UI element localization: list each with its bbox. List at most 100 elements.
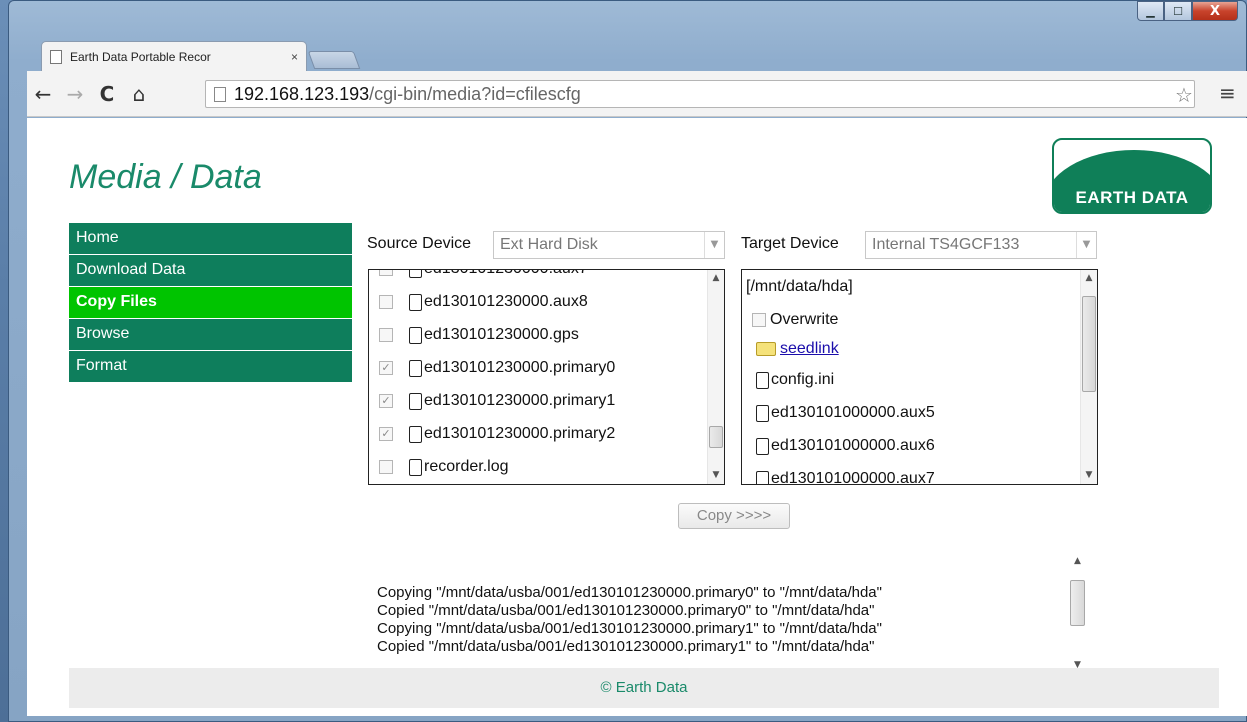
tab-title: Earth Data Portable Recor xyxy=(70,49,211,64)
forward-icon[interactable]: → xyxy=(59,82,91,106)
file-icon xyxy=(756,371,769,389)
source-file-list[interactable]: ▲ ▼ ed130101230000.aux7 ed130101230000.au… xyxy=(368,269,725,485)
file-checkbox[interactable]: ✓ xyxy=(379,394,393,408)
file-name: recorder.log xyxy=(424,458,509,475)
file-name: config.ini xyxy=(771,371,835,388)
file-name: ed130101230000.primary1 xyxy=(424,392,616,409)
reload-icon[interactable]: C xyxy=(91,82,123,106)
log-scrollbar[interactable]: ▲ ▼ xyxy=(1069,556,1086,670)
seedlink-folder-link[interactable]: seedlink xyxy=(780,340,839,358)
page: Media / Data EARTH DATA Home Download Dat… xyxy=(69,138,1219,708)
page-icon xyxy=(214,86,226,102)
source-file-row[interactable]: ✓ ed130101230000.primary2 xyxy=(379,419,615,449)
scroll-thumb[interactable] xyxy=(1082,296,1096,392)
file-icon xyxy=(756,437,769,455)
scroll-thumb[interactable] xyxy=(709,426,723,448)
tab-close-icon[interactable]: × xyxy=(291,50,298,64)
page-title: Media / Data xyxy=(69,158,262,196)
earth-data-logo: EARTH DATA xyxy=(1052,138,1212,214)
file-icon xyxy=(409,392,422,410)
target-scrollbar[interactable]: ▲ ▼ xyxy=(1080,270,1097,484)
overwrite-checkbox[interactable] xyxy=(752,313,766,327)
file-checkbox[interactable]: ✓ xyxy=(379,427,393,441)
copy-button[interactable]: Copy >>>> xyxy=(678,503,790,529)
menu-icon[interactable]: ≡ xyxy=(1219,81,1236,105)
file-icon xyxy=(409,326,422,344)
page-icon xyxy=(50,49,62,64)
file-name: ed130101230000.aux7 xyxy=(424,270,588,278)
file-icon xyxy=(756,470,769,484)
new-tab-button[interactable] xyxy=(307,51,361,69)
target-file-row[interactable]: config.ini xyxy=(756,365,834,395)
source-file-row[interactable]: ed130101230000.aux7 xyxy=(379,270,588,284)
scroll-down-icon[interactable]: ▼ xyxy=(1081,467,1097,484)
footer: © Earth Data xyxy=(69,668,1219,708)
nav-item-download-data[interactable]: Download Data xyxy=(69,255,352,287)
file-checkbox[interactable]: ✓ xyxy=(379,361,393,375)
scroll-down-icon[interactable]: ▼ xyxy=(708,467,724,484)
file-name: ed130101230000.primary0 xyxy=(424,359,616,376)
copy-log: Copying "/mnt/data/usba/001/ed1301012300… xyxy=(377,556,1089,670)
file-checkbox[interactable] xyxy=(379,328,393,342)
back-icon[interactable]: ← xyxy=(27,82,59,106)
window-controls: ▁ ☐ X xyxy=(1137,1,1238,21)
nav-item-copy-files[interactable]: Copy Files xyxy=(69,287,352,319)
log-line: Copying "/mnt/data/usba/001/ed1301012300… xyxy=(377,584,882,601)
file-icon xyxy=(409,270,422,278)
target-file-list[interactable]: ▲ ▼ [/mnt/data/hda] Overwrite seedlink conf… xyxy=(741,269,1098,485)
file-name: ed130101230000.aux8 xyxy=(424,293,588,310)
target-file-row[interactable]: ed130101000000.aux7 xyxy=(756,464,935,485)
file-icon xyxy=(409,359,422,377)
source-file-row[interactable]: ✓ ed130101230000.primary1 xyxy=(379,386,615,416)
source-file-row[interactable]: recorder.log xyxy=(379,452,509,482)
file-icon xyxy=(409,293,422,311)
home-icon[interactable]: ⌂ xyxy=(123,82,155,106)
source-file-row[interactable]: ✓ ed130101230000.primary0 xyxy=(379,353,615,383)
file-checkbox[interactable] xyxy=(379,460,393,474)
target-path-row: [/mnt/data/hda] xyxy=(746,272,853,302)
source-device-select[interactable]: Ext Hard Disk ▼ xyxy=(493,231,725,259)
address-bar[interactable]: 192.168.123.193/cgi-bin/media?id=cfilesc… xyxy=(205,80,1195,108)
source-file-row[interactable]: ed130101230000.gps xyxy=(379,320,579,350)
target-device-label: Target Device xyxy=(741,235,839,252)
nav-item-browse[interactable]: Browse xyxy=(69,319,352,351)
bookmark-star-icon[interactable]: ☆ xyxy=(1175,83,1193,107)
target-folder-row[interactable]: seedlink xyxy=(756,334,839,364)
scroll-thumb[interactable] xyxy=(1070,580,1085,626)
browser-tab[interactable]: Earth Data Portable Recor × xyxy=(41,41,307,71)
scroll-up-icon[interactable]: ▲ xyxy=(1069,556,1086,566)
target-path: [/mnt/data/hda] xyxy=(746,278,853,295)
target-device-select[interactable]: Internal TS4GCF133 ▼ xyxy=(865,231,1097,259)
browser-toolbar: ← → C ⌂ 192.168.123.193/cgi-bin/media?id… xyxy=(27,71,1247,117)
file-icon xyxy=(409,458,422,476)
url-path: /cgi-bin/media?id=cfilescfg xyxy=(369,83,581,104)
logo-text: EARTH DATA xyxy=(1075,188,1189,207)
url-host: 192.168.123.193 xyxy=(234,83,370,104)
file-name: ed130101000000.aux6 xyxy=(771,437,935,454)
file-icon xyxy=(409,425,422,443)
scroll-up-icon[interactable]: ▲ xyxy=(1081,270,1097,287)
source-scrollbar[interactable]: ▲ ▼ xyxy=(707,270,724,484)
file-checkbox[interactable] xyxy=(379,270,393,276)
target-file-row[interactable]: ed130101000000.aux5 xyxy=(756,398,935,428)
file-icon xyxy=(756,404,769,422)
browser-window: ▁ ☐ X Earth Data Portable Recor × ← → C … xyxy=(8,0,1247,722)
page-viewport: Media / Data EARTH DATA Home Download Dat… xyxy=(27,118,1247,716)
overwrite-label: Overwrite xyxy=(770,311,839,328)
close-window-button[interactable]: X xyxy=(1192,1,1238,21)
nav-item-home[interactable]: Home xyxy=(69,223,352,255)
file-name: ed130101230000.primary2 xyxy=(424,425,616,442)
nav-item-format[interactable]: Format xyxy=(69,351,352,383)
target-file-row[interactable]: ed130101000000.aux6 xyxy=(756,431,935,461)
maximize-button[interactable]: ☐ xyxy=(1164,1,1192,21)
file-name: ed130101000000.aux7 xyxy=(771,470,935,485)
log-line: Copying "/mnt/data/usba/001/ed1301012300… xyxy=(377,620,882,637)
file-checkbox[interactable] xyxy=(379,295,393,309)
scroll-up-icon[interactable]: ▲ xyxy=(708,270,724,287)
log-line: Copied "/mnt/data/usba/001/ed13010123000… xyxy=(377,638,875,655)
minimize-button[interactable]: ▁ xyxy=(1137,1,1164,21)
source-file-row[interactable]: ed130101230000.aux8 xyxy=(379,287,588,317)
file-name: ed130101000000.aux5 xyxy=(771,404,935,421)
overwrite-row[interactable]: Overwrite xyxy=(752,305,838,335)
file-name: ed130101230000.gps xyxy=(424,326,579,343)
